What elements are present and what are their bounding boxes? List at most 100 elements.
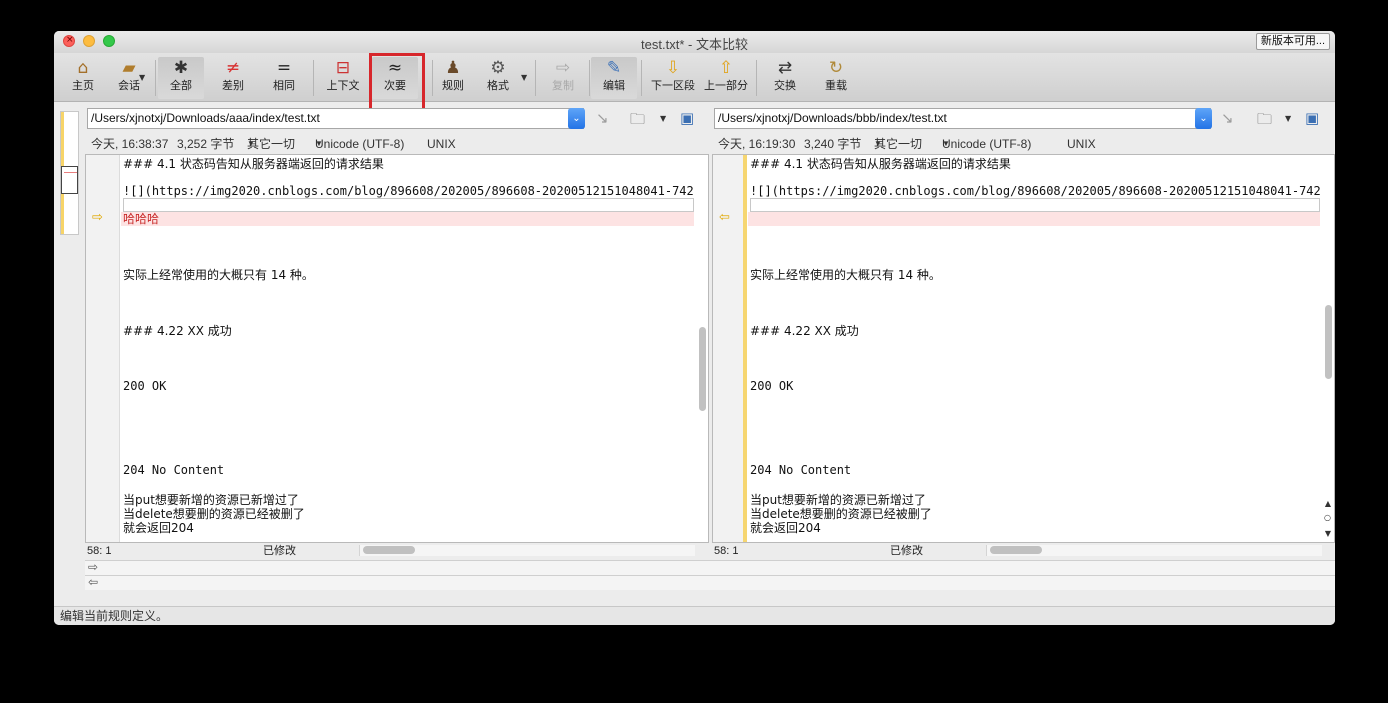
compare-window: × test.txt* - 文本比较 新版本可用... ⌂ 主页 ▰ 会话 ▼ … xyxy=(54,31,1335,625)
right-horizontal-thumb[interactable] xyxy=(990,546,1042,554)
update-available-button[interactable]: 新版本可用... xyxy=(1255,33,1330,50)
toolbar-separator xyxy=(589,60,590,96)
overview-viewport[interactable] xyxy=(61,166,78,194)
copy-label: 复制 xyxy=(552,80,574,92)
right-pane-status: 58: 1 已修改 xyxy=(712,543,1335,559)
context-button[interactable]: ⊟ 上下文 xyxy=(320,57,366,99)
swap-label: 交换 xyxy=(774,80,796,92)
copy-button[interactable]: ⇨ 复制 xyxy=(540,57,586,99)
left-open-dropdown-icon[interactable]: ▼ xyxy=(660,114,666,123)
chevron-down-icon: ⌄ xyxy=(1199,113,1208,124)
arrow-right-icon: ⇨ xyxy=(555,58,571,78)
context-icon: ⊟ xyxy=(335,58,351,78)
chevron-down-icon: ▼ xyxy=(247,139,255,148)
right-blank-line xyxy=(750,198,1320,212)
format-label: 格式 xyxy=(487,80,509,92)
right-file-info: 今天, 16:19:30 3,240 字节 其它一切 ▼ Unicode (UT… xyxy=(718,135,1318,153)
show-all-button[interactable]: ✱ 全部 xyxy=(158,57,204,99)
window-title: test.txt* - 文本比较 xyxy=(641,37,748,52)
left-path-history-button[interactable]: ⌄ xyxy=(568,108,585,129)
chevron-down-icon: ⌄ xyxy=(572,113,581,124)
left-line-heading-status: ### 4.1 状态码告知从服务器端返回的请求结果 xyxy=(123,157,384,171)
right-path-history-button[interactable]: ⌄ xyxy=(1195,108,1212,129)
right-line-delete-note: 当delete想要删的资源已经被删了 xyxy=(750,507,932,521)
left-timestamp: 今天, 16:38:37 xyxy=(91,137,169,151)
format-dropdown-icon[interactable]: ▼ xyxy=(521,73,527,82)
left-diff-arrow-icon[interactable]: ⇨ xyxy=(92,210,103,225)
right-encoding-value: Unicode (UTF-8) xyxy=(942,137,1032,151)
right-save-icon[interactable]: ▣ xyxy=(1305,109,1319,127)
edit-button[interactable]: ✎ 编辑 xyxy=(591,57,637,99)
left-blank-line xyxy=(123,198,694,212)
right-open-dropdown-icon[interactable]: ▼ xyxy=(1285,114,1291,123)
toolbar-separator xyxy=(756,60,757,96)
right-line-put-note: 当put想要新增的资源已新增过了 xyxy=(750,493,926,507)
left-pane-status: 58: 1 已修改 xyxy=(85,543,709,559)
right-timestamp: 今天, 16:19:30 xyxy=(718,137,796,151)
scroll-up-icon[interactable]: ▲ xyxy=(1325,499,1331,508)
home-button[interactable]: ⌂ 主页 xyxy=(60,57,106,99)
prev-section-label: 上一部分 xyxy=(704,80,748,92)
scroll-down-icon[interactable]: ▼ xyxy=(1325,529,1331,538)
right-diff-band xyxy=(748,212,1320,226)
merge-row-to-left[interactable]: ⇦ xyxy=(85,575,1335,590)
gear-doc-icon: ⚙ xyxy=(490,58,506,78)
right-line-endings[interactable]: UNIX xyxy=(1067,135,1096,153)
diff-overview-map[interactable] xyxy=(60,111,79,235)
right-diff-arrow-icon[interactable]: ⇦ xyxy=(719,210,730,225)
left-line-heading-success: ### 4.22 XX 成功 xyxy=(123,324,232,338)
right-path-input[interactable]: /Users/xjnotxj/Downloads/bbb/index/test.… xyxy=(714,108,1211,129)
prev-section-button[interactable]: ⇧ 上一部分 xyxy=(700,57,752,99)
left-line-endings[interactable]: UNIX xyxy=(427,135,456,153)
left-horizontal-thumb[interactable] xyxy=(363,546,415,554)
reload-button[interactable]: ↻ 重载 xyxy=(813,57,859,99)
left-vertical-scrollbar[interactable] xyxy=(699,327,706,411)
right-open-folder-icon[interactable]: 🗀 xyxy=(1257,109,1272,134)
right-modified-flag: 已修改 xyxy=(890,545,923,557)
left-file-info: 今天, 16:38:37 3,252 字节 其它一切 ▼ Unicode (UT… xyxy=(91,135,691,153)
house-icon: ⌂ xyxy=(77,58,89,78)
left-path-input[interactable]: /Users/xjnotxj/Downloads/aaa/index/test.… xyxy=(87,108,584,129)
left-line-delete-note: 当delete想要删的资源已经被删了 xyxy=(123,507,305,521)
left-line-no-content: 204 No Content xyxy=(123,463,225,477)
sync-scroll-icon[interactable]: ○ xyxy=(1324,513,1331,522)
left-browse-arrow-icon[interactable]: ↘ xyxy=(596,109,609,127)
same-label: 相同 xyxy=(273,80,295,92)
toolbar-separator xyxy=(641,60,642,96)
left-line-returns: 就会返回204 xyxy=(123,521,194,535)
asterisk-icon: ✱ xyxy=(173,58,189,78)
session-dropdown-icon[interactable]: ▼ xyxy=(139,73,145,82)
left-encoding-value: Unicode (UTF-8) xyxy=(315,137,405,151)
left-text-pane[interactable]: ### 4.1 状态码告知从服务器端返回的请求结果 ![](https://im… xyxy=(85,154,709,543)
left-open-folder-icon[interactable]: 🗀 xyxy=(630,109,645,134)
right-line-no-content: 204 No Content xyxy=(750,463,852,477)
minor-button-highlight xyxy=(369,53,425,113)
right-vertical-scrollbar[interactable] xyxy=(1325,305,1332,379)
referee-icon: ♟ xyxy=(445,58,461,78)
show-diffs-button[interactable]: ≠ 差别 xyxy=(210,57,256,99)
edit-label: 编辑 xyxy=(603,80,625,92)
left-cursor-position: 58: 1 xyxy=(87,545,112,557)
swap-button[interactable]: ⇄ 交换 xyxy=(762,57,808,99)
right-text-pane[interactable]: ### 4.1 状态码告知从服务器端返回的请求结果 ![](https://im… xyxy=(712,154,1335,543)
right-browse-arrow-icon[interactable]: ↘ xyxy=(1221,109,1234,127)
left-line-image-link: ![](https://img2020.cnblogs.com/blog/896… xyxy=(123,184,694,198)
right-line-ok: 200 OK xyxy=(750,379,794,393)
next-section-button[interactable]: ⇩ 下一区段 xyxy=(647,57,699,99)
rules-button[interactable]: ♟ 规则 xyxy=(430,57,476,99)
format-button[interactable]: ⚙ 格式 xyxy=(475,57,521,99)
left-size: 3,252 字节 xyxy=(177,137,235,151)
toolbar-separator xyxy=(535,60,536,96)
left-path-row: /Users/xjnotxj/Downloads/aaa/index/test.… xyxy=(87,108,694,130)
chevron-down-icon: ▼ xyxy=(942,139,950,148)
context-label: 上下文 xyxy=(326,80,360,92)
right-cursor-position: 58: 1 xyxy=(714,545,739,557)
right-path-row: /Users/xjnotxj/Downloads/bbb/index/test.… xyxy=(714,108,1335,130)
show-same-button[interactable]: = 相同 xyxy=(261,57,307,99)
left-line-diff-text: 哈哈哈 xyxy=(123,212,160,226)
swap-icon: ⇄ xyxy=(777,58,793,78)
toolbar-separator xyxy=(155,60,156,96)
left-save-icon[interactable]: ▣ xyxy=(680,109,694,127)
arrow-down-icon: ⇩ xyxy=(665,58,681,78)
merge-row-to-right[interactable]: ⇨ xyxy=(85,560,1335,575)
